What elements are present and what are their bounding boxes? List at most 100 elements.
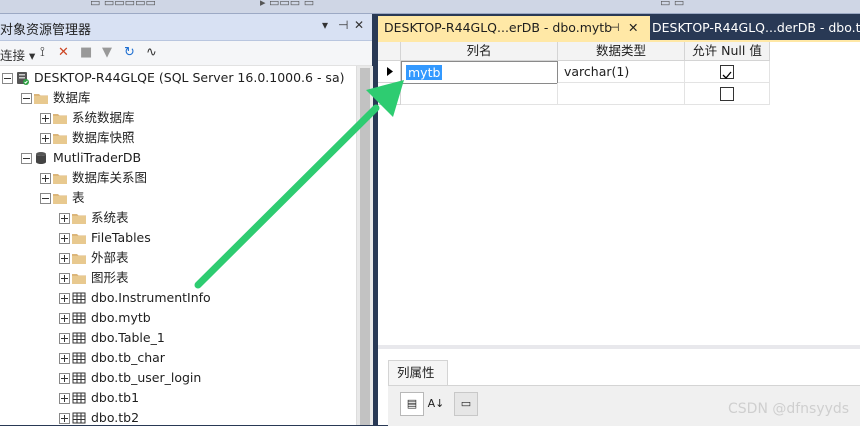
object-explorer-titlebar: 对象资源管理器 ▾ ⊣ ✕ — [0, 14, 372, 41]
tree-node-label: 图形表 — [91, 270, 129, 285]
tree-node-label: 数据库快照 — [72, 130, 135, 145]
tree-node[interactable]: 系统表 — [0, 208, 356, 228]
categorized-icon[interactable]: ▤ — [400, 392, 424, 416]
expand-icon[interactable] — [59, 413, 70, 424]
tree-node[interactable]: 图形表 — [0, 268, 356, 288]
row-header-corner — [378, 42, 401, 61]
tree-node[interactable]: 数据库关系图 — [0, 168, 356, 188]
cell-column-name-new[interactable] — [401, 83, 558, 105]
pin-icon[interactable]: ⊣ — [610, 16, 620, 40]
tree-node[interactable]: 外部表 — [0, 248, 356, 268]
pin-icon[interactable]: ⊣ — [338, 18, 348, 32]
cell-column-name[interactable]: mytb — [401, 61, 558, 84]
tree-node-label: FileTables — [91, 230, 151, 245]
tree-node-label: 数据库 — [53, 90, 91, 105]
connect-plug-icon[interactable]: ⟟ — [40, 45, 45, 60]
tab-mytb-designer[interactable]: DESKTOP-R44GLQ...erDB - dbo.mytb ⊣ ✕ — [378, 16, 650, 40]
tree-node[interactable]: dbo.tb_char — [0, 348, 356, 368]
tree-node-label: 表 — [72, 190, 85, 205]
column-properties-tab[interactable]: 列属性 — [388, 360, 448, 385]
row-header-new[interactable] — [378, 83, 401, 105]
scrollbar-thumb[interactable] — [360, 68, 370, 425]
tree-node[interactable]: 数据库快照 — [0, 128, 356, 148]
object-explorer-toolbar: 连接 ▾ ⟟ ✕ ■ ▼ ↻ ∿ — [0, 41, 372, 66]
expand-icon[interactable] — [59, 333, 70, 344]
allow-null-checkbox-new[interactable] — [720, 87, 734, 101]
expand-icon[interactable] — [59, 253, 70, 264]
activity-monitor-icon[interactable]: ∿ — [146, 45, 157, 60]
tree-node[interactable]: MutliTraderDB — [0, 148, 356, 168]
tab-label: DESKTOP-R44GLQ...derDB - dbo.tb1 — [652, 20, 860, 35]
tree-node-label: dbo.tb1 — [91, 390, 140, 405]
collapse-icon[interactable] — [21, 93, 32, 104]
cell-allow-null[interactable] — [685, 61, 770, 83]
expand-icon[interactable] — [59, 353, 70, 364]
tree-node-label: 数据库关系图 — [72, 170, 148, 185]
column-header-type: 数据类型 — [558, 42, 685, 61]
cell-data-type-new[interactable] — [558, 83, 685, 105]
watermark: CSDN @dfnsyyds — [728, 401, 850, 417]
tree-node[interactable]: dbo.tb_user_login — [0, 368, 356, 388]
toolbar-fragment: ▭ ▭▭▭▭▭ — [90, 0, 156, 9]
tree-node[interactable]: DESKTOP-R44GLQE (SQL Server 16.0.1000.6 … — [0, 68, 356, 88]
disconnect-icon[interactable]: ✕ — [58, 45, 69, 60]
stop-icon[interactable]: ■ — [80, 45, 92, 60]
tree-node-label: MutliTraderDB — [53, 150, 142, 165]
tree-node[interactable]: 表 — [0, 188, 356, 208]
dropdown-icon[interactable]: ▾ — [322, 18, 328, 32]
object-explorer-title: 对象资源管理器 — [0, 23, 92, 38]
tree-node-label: 系统表 — [91, 210, 129, 225]
document-tab-bar: DESKTOP-R44GLQ...erDB - dbo.mytb ⊣ ✕ DES… — [378, 14, 860, 40]
tree-node-label: dbo.Table_1 — [91, 330, 165, 345]
expand-icon[interactable] — [59, 233, 70, 244]
connect-button[interactable]: 连接 ▾ — [0, 45, 35, 64]
expand-icon[interactable] — [40, 173, 51, 184]
tree-node[interactable]: 系统数据库 — [0, 108, 356, 128]
cell-allow-null-new[interactable] — [685, 83, 770, 105]
tree-node-label: dbo.tb2 — [91, 410, 140, 425]
close-icon[interactable]: ✕ — [354, 18, 364, 32]
allow-null-checkbox[interactable] — [720, 65, 734, 79]
toolbar-fragment-2: ▸ ▭▭▭ ▭ — [260, 0, 315, 9]
collapse-icon[interactable] — [40, 193, 51, 204]
tree-node-label: dbo.InstrumentInfo — [91, 290, 211, 305]
tab-tb1-designer[interactable]: DESKTOP-R44GLQ...derDB - dbo.tb1 — [646, 16, 860, 40]
expand-icon[interactable] — [59, 293, 70, 304]
object-explorer-tree: DESKTOP-R44GLQE (SQL Server 16.0.1000.6 … — [0, 66, 356, 425]
tree-node-label: dbo.tb_user_login — [91, 370, 202, 385]
tree-node[interactable]: FileTables — [0, 228, 356, 248]
tree-node-label: dbo.mytb — [91, 310, 151, 325]
collapse-icon[interactable] — [2, 73, 13, 84]
check-icon — [722, 71, 732, 79]
alphabetical-sort-icon[interactable]: A↓ — [424, 392, 448, 416]
expand-icon[interactable] — [59, 373, 70, 384]
tree-node[interactable]: dbo.mytb — [0, 308, 356, 328]
toolbar-fragment-3: ▭ ▭ — [660, 0, 685, 9]
column-header-name: 列名 — [401, 42, 558, 61]
tab-label: DESKTOP-R44GLQ...erDB - dbo.mytb — [384, 20, 613, 35]
property-pages-icon[interactable]: ▭ — [454, 392, 478, 416]
tree-node[interactable]: 数据库 — [0, 88, 356, 108]
table-designer-grid: 列名 数据类型 允许 Null 值 mytb varchar(1) — [378, 42, 860, 345]
tree-node[interactable]: dbo.InstrumentInfo — [0, 288, 356, 308]
refresh-icon[interactable]: ↻ — [124, 45, 135, 60]
tree-node[interactable]: dbo.tb1 — [0, 388, 356, 408]
cell-data-type[interactable]: varchar(1) — [558, 61, 685, 83]
column-name-value[interactable]: mytb — [406, 65, 443, 80]
expand-icon[interactable] — [59, 393, 70, 404]
tree-node[interactable]: dbo.Table_1 — [0, 328, 356, 348]
top-toolbar-strip: ▭ ▭▭▭▭▭ ▸ ▭▭▭ ▭ ▭ ▭ — [0, 0, 860, 14]
tree-vertical-scrollbar[interactable] — [356, 66, 373, 425]
expand-icon[interactable] — [59, 273, 70, 284]
expand-icon[interactable] — [59, 313, 70, 324]
expand-icon[interactable] — [40, 133, 51, 144]
close-icon[interactable]: ✕ — [628, 16, 638, 40]
filter-icon[interactable]: ▼ — [102, 45, 112, 60]
row-header-current[interactable] — [378, 61, 401, 83]
expand-icon[interactable] — [40, 113, 51, 124]
tree-node[interactable]: dbo.tb2 — [0, 408, 356, 425]
collapse-icon[interactable] — [21, 153, 32, 164]
tree-node-label: 外部表 — [91, 250, 129, 265]
tree-node-label: DESKTOP-R44GLQE (SQL Server 16.0.1000.6 … — [34, 70, 345, 85]
expand-icon[interactable] — [59, 213, 70, 224]
